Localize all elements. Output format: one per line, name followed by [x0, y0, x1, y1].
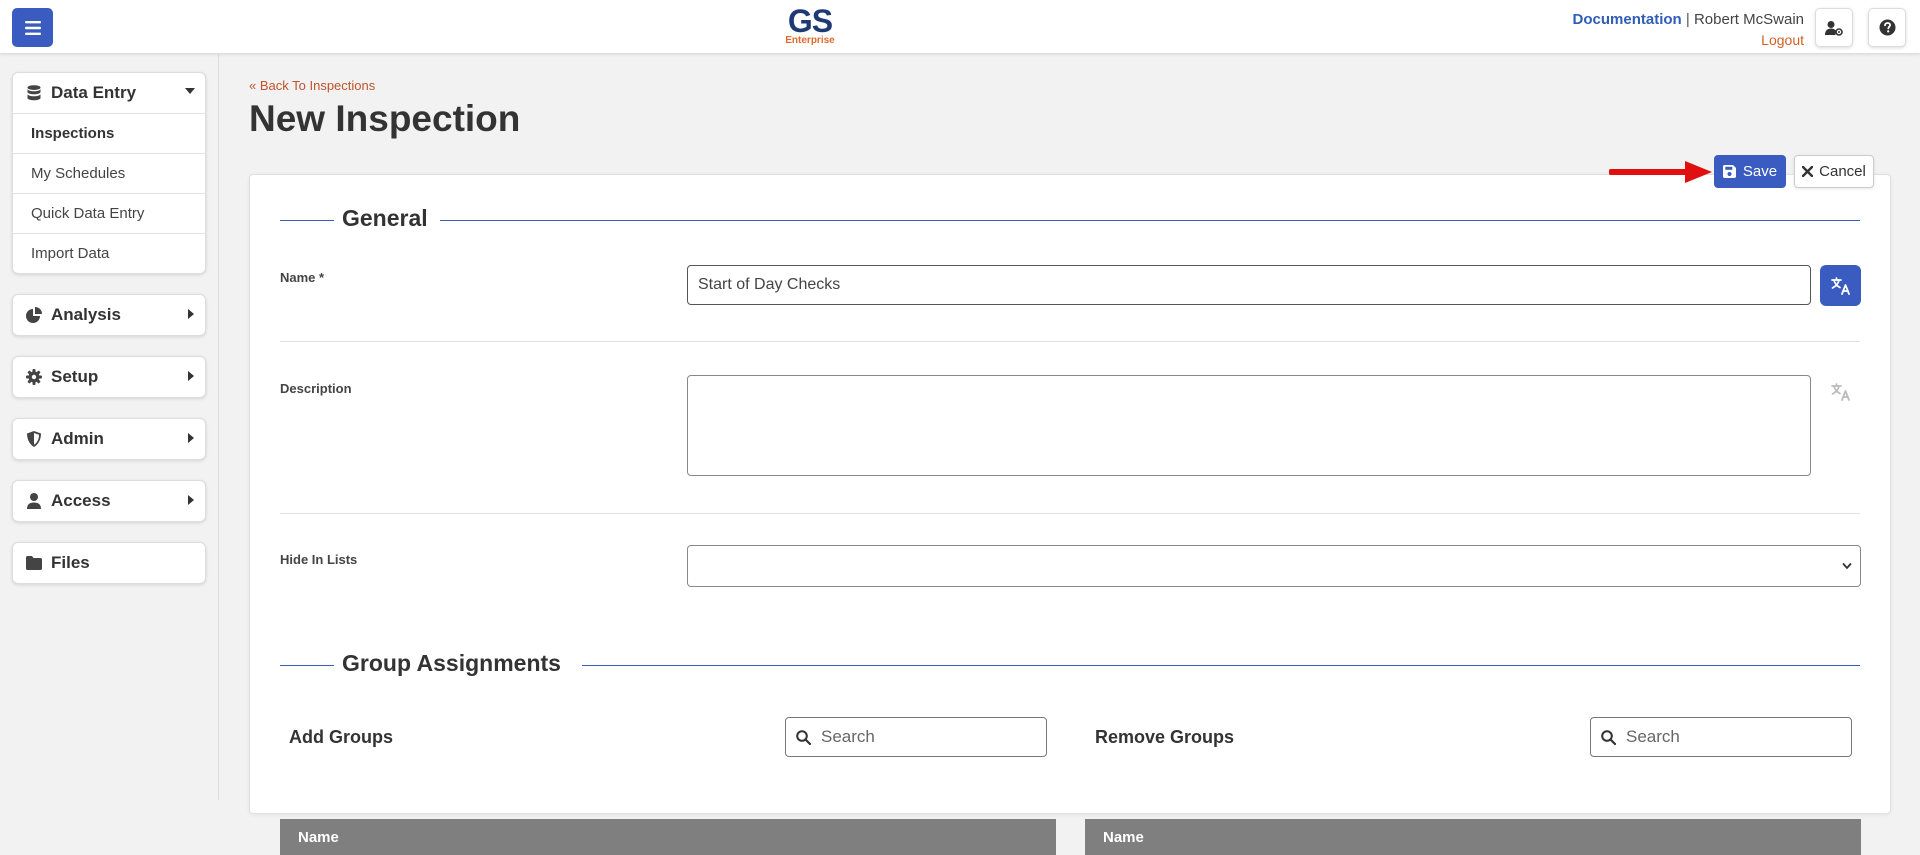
caret-right-icon: [188, 371, 194, 381]
sidebar-header-admin[interactable]: Admin: [13, 419, 205, 459]
sidebar-header-label: Analysis: [51, 305, 121, 324]
caret-down-icon: [185, 88, 195, 94]
cancel-label: Cancel: [1819, 163, 1866, 180]
sidebar-item-import-data[interactable]: Import Data: [13, 233, 205, 273]
inspection-form-panel: General Name * Start of Day Checks Descr…: [249, 174, 1891, 855]
add-groups-title: Add Groups: [289, 727, 393, 747]
shield-icon: [25, 430, 43, 448]
chart-pie-icon: [25, 306, 43, 324]
sidebar-item-inspections[interactable]: Inspections: [13, 113, 205, 153]
search-placeholder: Search: [821, 727, 875, 746]
app-logo[interactable]: GS Enterprise: [780, 4, 840, 46]
help-button[interactable]: [1868, 8, 1906, 47]
back-to-inspections-link[interactable]: « Back To Inspections: [249, 78, 375, 93]
chevron-down-icon: [1842, 563, 1852, 569]
question-circle-icon: [1879, 19, 1895, 36]
sidebar-item-quick-data-entry[interactable]: Quick Data Entry: [13, 193, 205, 233]
user-icon: [25, 492, 43, 510]
general-section-header: General: [280, 205, 1860, 235]
header-separator: |: [1685, 11, 1690, 28]
floppy-disk-icon: [1722, 165, 1736, 178]
main-content: « Back To Inspections New Inspection Sav…: [219, 54, 1920, 855]
back-link-label: Back To Inspections: [259, 78, 376, 93]
remove-groups-table-header: Name: [1085, 819, 1861, 855]
sidebar-section-setup[interactable]: Setup: [12, 356, 206, 398]
logo-subtext: Enterprise: [785, 35, 835, 46]
add-groups-table-header: Name: [280, 819, 1056, 855]
form-divider: [280, 513, 1860, 514]
menu-icon: [24, 20, 41, 35]
hide-in-lists-select[interactable]: [687, 545, 1861, 587]
sidebar-section-admin[interactable]: Admin: [12, 418, 206, 460]
caret-right-icon: [188, 309, 194, 319]
sidebar-header-files[interactable]: Files: [13, 543, 205, 583]
page-title: New Inspection: [249, 98, 521, 139]
translate-icon: [1830, 276, 1850, 295]
sidebar-header-setup[interactable]: Setup: [13, 357, 205, 397]
add-groups-search-input[interactable]: Search: [785, 717, 1047, 757]
hide-in-lists-label: Hide In Lists: [280, 552, 358, 567]
sidebar-header-analysis[interactable]: Analysis: [13, 295, 205, 335]
sidebar-header-access[interactable]: Access: [13, 481, 205, 521]
cancel-button[interactable]: Cancel: [1794, 155, 1874, 188]
sidebar-header-label: Setup: [51, 367, 99, 386]
sidebar-header-data-entry[interactable]: Data Entry: [13, 73, 205, 113]
translate-icon: [1831, 383, 1850, 401]
form-divider: [280, 341, 1860, 342]
red-arrow-annotation: [1609, 161, 1712, 183]
save-button[interactable]: Save: [1714, 155, 1786, 188]
name-input[interactable]: Start of Day Checks: [687, 265, 1811, 305]
search-placeholder: Search: [1626, 727, 1680, 746]
documentation-link[interactable]: Documentation: [1573, 11, 1682, 28]
sidebar-header-label: Access: [51, 491, 111, 510]
search-icon: [796, 729, 811, 745]
folder-icon: [25, 554, 43, 572]
translate-description-button[interactable]: [1828, 379, 1854, 405]
description-textarea[interactable]: [687, 375, 1811, 476]
sidebar-item-my-schedules[interactable]: My Schedules: [13, 153, 205, 193]
sidebar-section-data-entry: Data Entry Inspections My Schedules Quic…: [12, 72, 206, 274]
user-gear-icon: [1825, 20, 1843, 36]
sidebar-header-label: Data Entry: [51, 83, 137, 102]
gear-icon: [25, 368, 43, 386]
caret-right-icon: [188, 495, 194, 505]
user-name: Robert McSwain: [1693, 11, 1804, 28]
group-assignments-section-header: Group Assignments: [280, 650, 1860, 680]
translate-name-button[interactable]: [1820, 265, 1861, 306]
sidebar-section-access[interactable]: Access: [12, 480, 206, 522]
search-icon: [1601, 729, 1616, 745]
description-label: Description: [280, 381, 352, 396]
remove-groups-search-input[interactable]: Search: [1590, 717, 1852, 757]
user-settings-button[interactable]: [1815, 8, 1853, 47]
sidebar-section-files[interactable]: Files: [12, 542, 206, 584]
remove-groups-title: Remove Groups: [1095, 727, 1235, 747]
sidebar: Data Entry Inspections My Schedules Quic…: [0, 54, 219, 800]
close-icon: [1802, 166, 1814, 177]
top-bar: GS Enterprise Documentation | Robert McS…: [0, 0, 1920, 54]
logout-link[interactable]: Logout: [1573, 30, 1804, 50]
hamburger-menu-button[interactable]: [12, 8, 53, 47]
caret-right-icon: [188, 433, 194, 443]
sidebar-header-label: Files: [51, 553, 90, 572]
user-area: Documentation | Robert McSwain Logout: [1573, 10, 1804, 50]
column-header-name[interactable]: Name: [298, 829, 339, 846]
save-label: Save: [1742, 163, 1778, 180]
name-label: Name *: [280, 270, 325, 285]
sidebar-header-label: Admin: [51, 429, 104, 448]
column-header-name[interactable]: Name: [1103, 829, 1144, 846]
group-assignments-title: Group Assignments: [342, 650, 569, 677]
database-icon: [25, 84, 43, 102]
double-chevron-left-icon: «: [249, 78, 257, 93]
logo-text: GS: [787, 3, 833, 39]
general-section-title: General: [342, 205, 436, 232]
sidebar-section-analysis[interactable]: Analysis: [12, 294, 206, 336]
